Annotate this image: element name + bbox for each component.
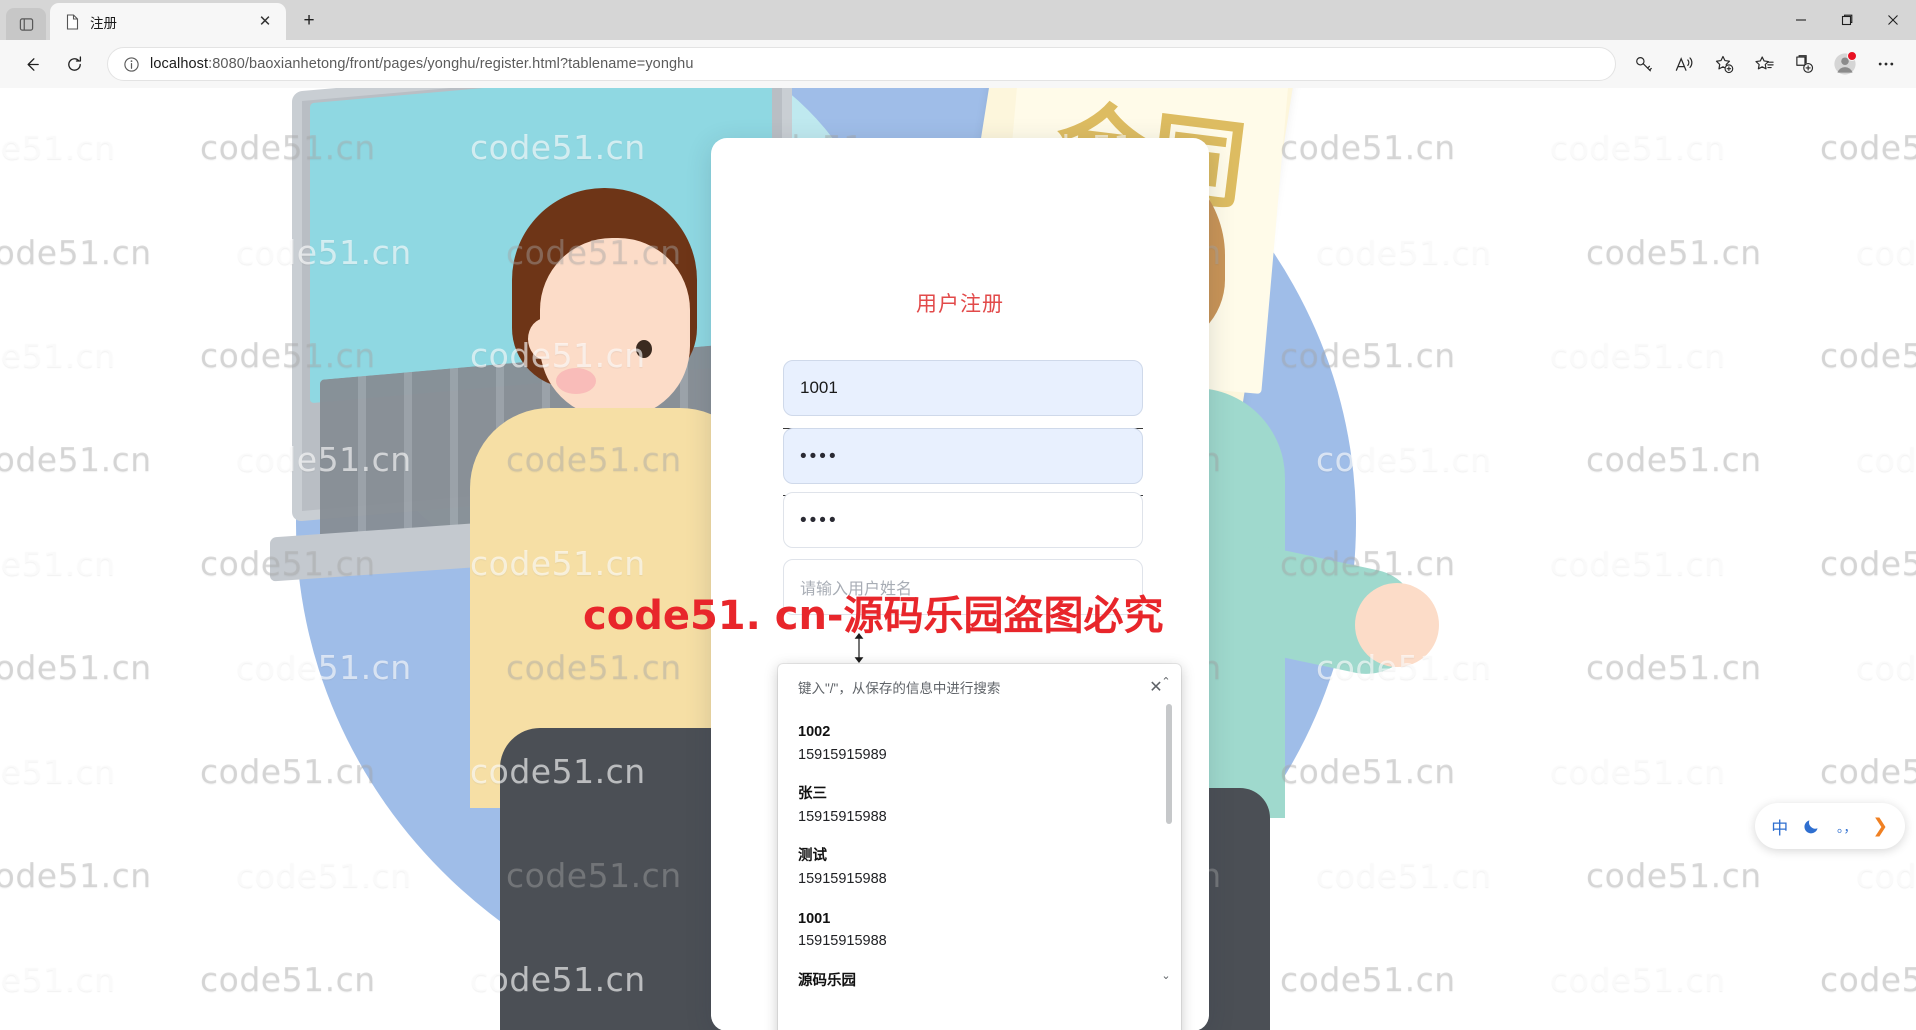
ime-toolbar[interactable]: 中 。， ❯	[1755, 803, 1905, 849]
info-circle-icon[interactable]	[118, 51, 144, 77]
new-tab-button[interactable]: +	[293, 5, 325, 37]
settings-more-icon[interactable]	[1868, 47, 1904, 81]
autofill-list: 1002 15915915989 张三 15915915988 测试 1591591598…	[778, 710, 1181, 1030]
confirm-password-value: ••••	[800, 509, 839, 531]
window-controls	[1778, 0, 1916, 40]
scroll-down-icon[interactable]: ⌄	[1157, 966, 1175, 984]
password-value: ••••	[800, 445, 839, 467]
page-title: 用户注册	[916, 293, 1004, 316]
refresh-icon[interactable]	[57, 47, 91, 81]
username-value: 1001	[800, 378, 838, 397]
moon-mode-icon[interactable]	[1799, 812, 1827, 840]
back-arrow-icon[interactable]	[14, 47, 48, 81]
password-field-wrap: ••••	[783, 428, 1143, 484]
autofill-item[interactable]: 1002 15915915989	[778, 714, 1181, 776]
autofill-item-secondary: 15915915989	[798, 746, 887, 763]
password-input[interactable]: ••••	[783, 428, 1143, 484]
browser-toolbar	[1626, 47, 1916, 81]
address-bar[interactable]: localhost:8080/baoxianhetong/front/pages…	[107, 47, 1616, 81]
autofill-header: 键入"/"，从保存的信息中进行搜索 ✕	[778, 664, 1181, 710]
autofill-item-secondary: 15915915988	[798, 871, 887, 888]
profile-avatar-icon[interactable]	[1826, 47, 1864, 81]
anti-theft-banner: code51. cn-源码乐园盗图必究	[583, 593, 1164, 639]
profile-notification-dot	[1847, 51, 1857, 61]
browser-navbar: localhost:8080/baoxianhetong/front/pages…	[0, 40, 1916, 88]
tab-search-icon[interactable]	[6, 8, 46, 40]
autofill-item[interactable]: 源码乐园	[778, 963, 1181, 1003]
autofill-hint: 键入"/"，从保存的信息中进行搜索	[798, 681, 1001, 696]
nav-left-controls	[0, 47, 91, 81]
autofill-item[interactable]: 张三 15915915988	[778, 776, 1181, 838]
autofill-item-primary: 1002	[798, 724, 831, 740]
expand-chevron-icon[interactable]: ❯	[1866, 812, 1894, 840]
autofill-item-primary: 源码乐园	[798, 972, 856, 989]
browser-tab[interactable]: 注册 ✕	[50, 3, 286, 40]
browser-window: 注册 ✕ + localhost:8080/baoxianhetong/fron…	[0, 0, 1916, 1030]
autofill-scrollbar[interactable]: ⌃ ⌄	[1161, 670, 1177, 986]
read-aloud-icon[interactable]	[1666, 47, 1702, 81]
maximize-button[interactable]	[1824, 0, 1870, 40]
tab-title: 注册	[90, 15, 117, 31]
autofill-item-secondary: 15915915988	[798, 808, 887, 825]
ime-punctuation-mode[interactable]: 。，	[1833, 812, 1861, 840]
autofill-item-primary: 1001	[798, 910, 831, 927]
scroll-up-icon[interactable]: ⌃	[1157, 672, 1175, 690]
username-field-wrap: 1001	[783, 360, 1143, 416]
browser-titlebar: 注册 ✕ +	[0, 0, 1916, 40]
confirm-password-field-wrap: ••••	[783, 492, 1143, 548]
close-tab-icon[interactable]: ✕	[252, 9, 278, 35]
url-path: :8080/baoxianhetong/front/pages/yonghu/r…	[208, 56, 694, 72]
minimize-button[interactable]	[1778, 0, 1824, 40]
ime-chinese-mode[interactable]: 中	[1766, 812, 1794, 840]
autofill-item[interactable]: 测试 15915915988	[778, 838, 1181, 900]
autofill-item-secondary: 15915915988	[798, 933, 887, 950]
key-password-icon[interactable]	[1626, 47, 1662, 81]
page-icon	[64, 13, 81, 30]
url-host: localhost	[150, 56, 209, 72]
favorites-list-icon[interactable]	[1746, 47, 1782, 81]
autofill-item[interactable]: 1001 15915915988	[778, 901, 1181, 963]
autofill-dropdown[interactable]: 键入"/"，从保存的信息中进行搜索 ✕ 1002 15915915989 张三 159…	[778, 664, 1181, 1030]
confirm-password-input[interactable]: ••••	[783, 492, 1143, 548]
add-favorite-star-icon[interactable]	[1706, 47, 1742, 81]
autofill-item-primary: 测试	[798, 848, 827, 865]
page-viewport: 合同 code51.cncode51.cncode51.cncode51.c	[0, 88, 1916, 1030]
tab-strip: 注册 ✕ +	[0, 0, 325, 40]
split-screen-icon[interactable]	[1786, 47, 1822, 81]
address-bar-url: localhost:8080/baoxianhetong/front/pages…	[150, 56, 694, 72]
username-input[interactable]: 1001	[783, 360, 1143, 416]
text-cursor	[852, 633, 866, 663]
scrollbar-thumb[interactable]	[1166, 704, 1172, 824]
close-window-button[interactable]	[1870, 0, 1916, 40]
autofill-item-primary: 张三	[798, 786, 827, 803]
